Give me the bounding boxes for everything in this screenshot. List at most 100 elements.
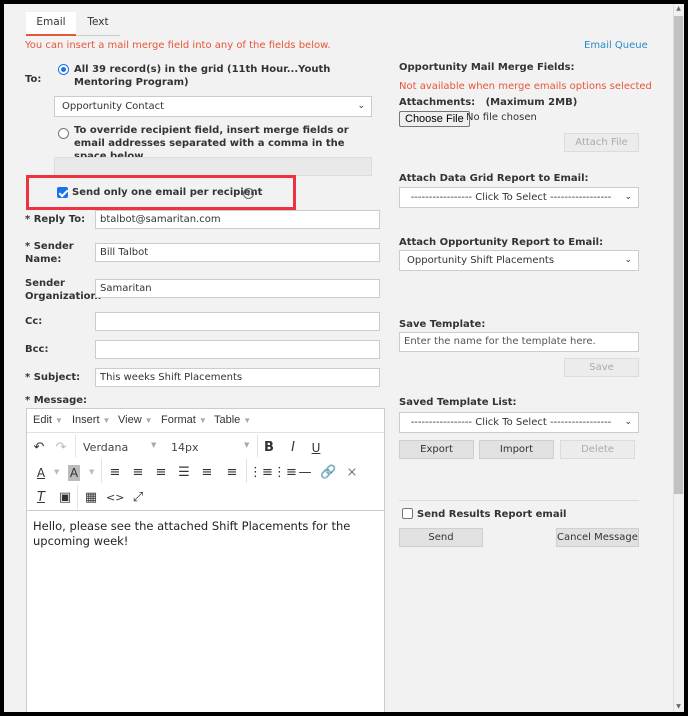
bullet-list-icon[interactable]: ⋮≡ — [249, 465, 273, 481]
chevron-down-icon: ⌄ — [357, 101, 365, 111]
unlink-icon[interactable]: ⨯ — [344, 465, 360, 481]
radio-all-records[interactable] — [58, 64, 69, 75]
radio-override-recipients[interactable] — [58, 128, 69, 139]
message-editor: Edit ▼ Insert ▼ View ▼ Format ▼ Table ▼ ↶ ↷ V… — [26, 408, 385, 712]
numbered-list-icon[interactable]: ⋮≡ — [273, 465, 297, 481]
menu-edit[interactable]: Edit ▼ — [33, 414, 63, 426]
opportunity-report-label: Attach Opportunity Report to Email: — [399, 237, 604, 248]
sender-org-label-line1: Sender — [25, 278, 65, 289]
scroll-down-icon[interactable]: ▼ — [674, 703, 683, 710]
bold-button[interactable]: B — [261, 440, 277, 456]
divider — [399, 500, 639, 501]
attachments-label: Attachments: (Maximum 2MB) — [399, 97, 578, 108]
sender-org-label: Sender Organization: — [25, 277, 102, 303]
sender-name-label: * Sender Name: — [25, 240, 74, 266]
menu-table[interactable]: Table ▼ — [214, 414, 251, 426]
radio-all-records-label: All 39 record(s) in the grid (11th Hour.… — [74, 64, 331, 88]
redo-icon[interactable]: ↷ — [53, 440, 69, 456]
link-icon[interactable]: 🔗 — [320, 465, 336, 481]
scrollbar-thumb[interactable] — [674, 16, 683, 494]
merge-fields-notice: Not available when merge emails options … — [399, 81, 652, 92]
undo-icon[interactable]: ↶ — [31, 440, 47, 456]
email-queue-link[interactable]: Email Queue — [584, 40, 648, 51]
font-size-select[interactable]: 14px — [171, 441, 199, 454]
merge-field-notice: You can insert a mail merge field into a… — [25, 40, 331, 51]
message-label: * Message: — [25, 395, 88, 406]
scroll-up-icon[interactable]: ▲ — [674, 5, 683, 12]
override-recipients-input[interactable] — [54, 157, 372, 176]
menu-view[interactable]: View ▼ — [118, 414, 153, 426]
reply-to-label: * Reply To: — [25, 214, 86, 225]
choose-file-button[interactable]: Choose File — [399, 111, 470, 127]
menu-format[interactable]: Format ▼ — [161, 414, 207, 426]
align-right-icon[interactable]: ≡ — [153, 465, 169, 481]
save-template-input[interactable]: Enter the name for the template here. — [399, 332, 639, 352]
one-email-per-recipient-checkbox[interactable] — [57, 187, 68, 198]
font-family-select[interactable]: Verdana — [83, 441, 128, 454]
chevron-down-icon: ⌄ — [624, 192, 632, 202]
export-button[interactable]: Export — [399, 440, 474, 459]
align-center-icon[interactable]: ≡ — [130, 465, 146, 481]
cc-input[interactable] — [95, 312, 380, 331]
send-results-report-label: Send Results Report email — [417, 509, 567, 520]
sender-org-input[interactable]: Samaritan — [95, 279, 380, 298]
clear-formatting-icon[interactable]: T — [33, 490, 49, 506]
text-color-caret-icon[interactable]: ▼ — [54, 468, 59, 476]
sender-name-label-line2: Name: — [25, 254, 62, 265]
subject-label: * Subject: — [25, 372, 81, 383]
send-results-report-checkbox[interactable] — [402, 508, 413, 519]
cc-label: Cc: — [25, 316, 43, 327]
horizontal-rule-icon[interactable]: — — [297, 465, 313, 481]
background-color-icon[interactable]: A — [68, 465, 80, 481]
to-label: To: — [25, 74, 42, 85]
attach-file-button[interactable]: Attach File — [564, 133, 639, 152]
recipient-field-select[interactable]: Opportunity Contact ⌄ — [54, 96, 372, 117]
underline-button[interactable]: U — [308, 440, 324, 456]
one-email-per-recipient-label: Send only one email per recipient — [72, 187, 263, 198]
insert-image-icon[interactable]: ▦ — [83, 490, 99, 506]
editor-menubar: Edit ▼ Insert ▼ View ▼ Format ▼ Table ▼ — [27, 409, 384, 433]
data-grid-report-value: ----------------- Click To Select ------… — [410, 192, 612, 203]
reply-to-input[interactable]: btalbot@samaritan.com — [95, 210, 380, 229]
save-template-label: Save Template: — [399, 319, 486, 330]
bcc-input[interactable] — [95, 340, 380, 359]
font-size-caret-icon: ▼ — [244, 441, 250, 449]
delete-button[interactable]: Delete — [560, 440, 635, 459]
message-body[interactable]: Hello, please see the attached Shift Pla… — [33, 519, 378, 549]
saved-template-list-value: ----------------- Click To Select ------… — [410, 417, 612, 428]
outdent-icon[interactable]: ≡ — [199, 465, 215, 481]
cancel-message-button[interactable]: Cancel Message — [556, 528, 639, 547]
align-left-icon[interactable]: ≡ — [107, 465, 123, 481]
data-grid-report-select[interactable]: ----------------- Click To Select ------… — [399, 187, 639, 208]
font-family-caret-icon: ▼ — [151, 441, 157, 449]
sender-name-input[interactable]: Bill Talbot — [95, 243, 380, 262]
email-compose-window: Email Text You can insert a mail merge f… — [4, 4, 684, 712]
bcc-label: Bcc: — [25, 344, 49, 355]
align-justify-icon[interactable]: ☰ — [176, 465, 192, 481]
send-button[interactable]: Send — [399, 528, 483, 547]
tab-email[interactable]: Email — [26, 12, 76, 36]
opportunity-report-select[interactable]: Opportunity Shift Placements ⌄ — [399, 250, 639, 271]
source-code-icon[interactable]: <> — [106, 490, 124, 506]
tab-text[interactable]: Text — [76, 12, 120, 36]
menu-insert[interactable]: Insert ▼ — [72, 414, 110, 426]
save-template-button[interactable]: Save — [564, 358, 639, 377]
help-icon[interactable]: ? — [243, 188, 254, 199]
fullscreen-icon[interactable]: ⤢ — [130, 490, 146, 506]
editor-toolbar: ↶ ↷ Verdana ▼ 14px ▼ B I U A ▼ A ▼ ≡ ≡ ≡… — [27, 433, 384, 511]
merge-fields-label: Opportunity Mail Merge Fields: — [399, 62, 575, 73]
find-replace-icon[interactable]: ▣ — [57, 490, 73, 506]
recipient-field-value: Opportunity Contact — [62, 101, 165, 112]
italic-button[interactable]: I — [285, 440, 301, 456]
indent-icon[interactable]: ≡ — [224, 465, 240, 481]
saved-template-list-select[interactable]: ----------------- Click To Select ------… — [399, 412, 639, 433]
background-color-caret-icon[interactable]: ▼ — [89, 468, 94, 476]
opportunity-report-value: Opportunity Shift Placements — [407, 255, 555, 266]
text-color-icon[interactable]: A — [33, 465, 49, 481]
import-button[interactable]: Import — [479, 440, 554, 459]
data-grid-report-label: Attach Data Grid Report to Email: — [399, 173, 589, 184]
sender-name-label-line1: * Sender — [25, 241, 74, 252]
sender-org-label-line2: Organization: — [25, 291, 102, 302]
subject-input[interactable]: This weeks Shift Placements — [95, 368, 380, 387]
saved-template-list-label: Saved Template List: — [399, 397, 517, 408]
